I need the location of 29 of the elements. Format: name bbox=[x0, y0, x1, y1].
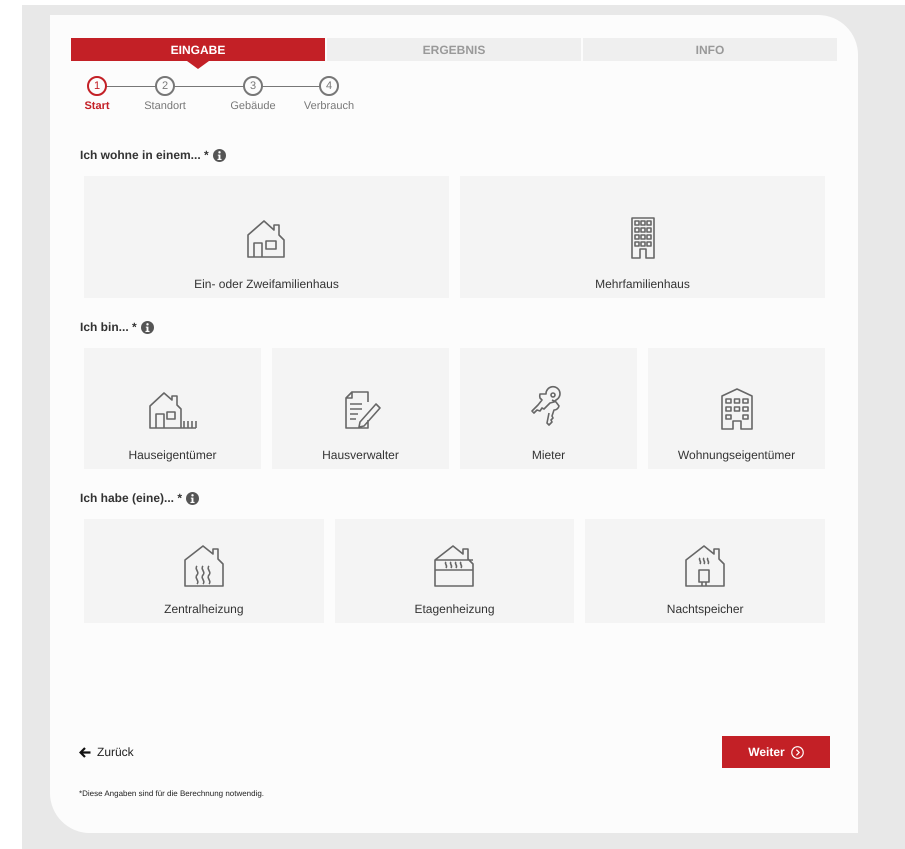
next-button[interactable]: Weiter bbox=[722, 736, 830, 768]
step-label[interactable]: Gebäude bbox=[230, 100, 276, 112]
option-card[interactable]: Wohnungseigentümer bbox=[648, 348, 825, 469]
option-card[interactable]: Ein- oder Zweifamilienhaus bbox=[84, 176, 449, 298]
info-icon[interactable] bbox=[186, 492, 200, 504]
step-circle[interactable]: 4 bbox=[319, 76, 339, 96]
section-heading: Ich bin... * bbox=[80, 320, 137, 334]
option-card[interactable]: Nachtspeicher bbox=[585, 519, 825, 623]
option-card[interactable]: Zentralheizung bbox=[84, 519, 324, 623]
info-icon[interactable] bbox=[140, 320, 154, 334]
info-icon[interactable] bbox=[212, 148, 226, 162]
step-circle[interactable]: 1 bbox=[87, 76, 107, 96]
step-label[interactable]: Standort bbox=[144, 100, 186, 112]
pointer-icon bbox=[187, 61, 209, 69]
option-card[interactable]: Etagenheizung bbox=[334, 519, 574, 623]
section-heading: Ich wohne in einem... * bbox=[80, 148, 209, 162]
option-card[interactable]: Hausverwalter bbox=[272, 348, 449, 469]
step-circle[interactable]: 3 bbox=[243, 76, 263, 96]
back-link[interactable]: Zurück bbox=[79, 745, 134, 759]
option-card[interactable]: Mehrfamilienhaus bbox=[460, 176, 825, 298]
step-label[interactable]: Verbrauch bbox=[304, 100, 354, 112]
option-card[interactable]: Hauseigentümer bbox=[84, 348, 261, 469]
step-circle[interactable]: 2 bbox=[155, 76, 175, 96]
chevron-right-icon bbox=[790, 746, 804, 758]
arrow-left-icon bbox=[79, 746, 91, 758]
section-heading: Ich habe (eine)... * bbox=[80, 491, 182, 505]
footnote: *Diese Angaben sind für die Berechnung notwendig. bbox=[79, 789, 266, 798]
option-card[interactable]: Mieter bbox=[460, 348, 637, 469]
step-label[interactable]: Start bbox=[84, 100, 110, 112]
